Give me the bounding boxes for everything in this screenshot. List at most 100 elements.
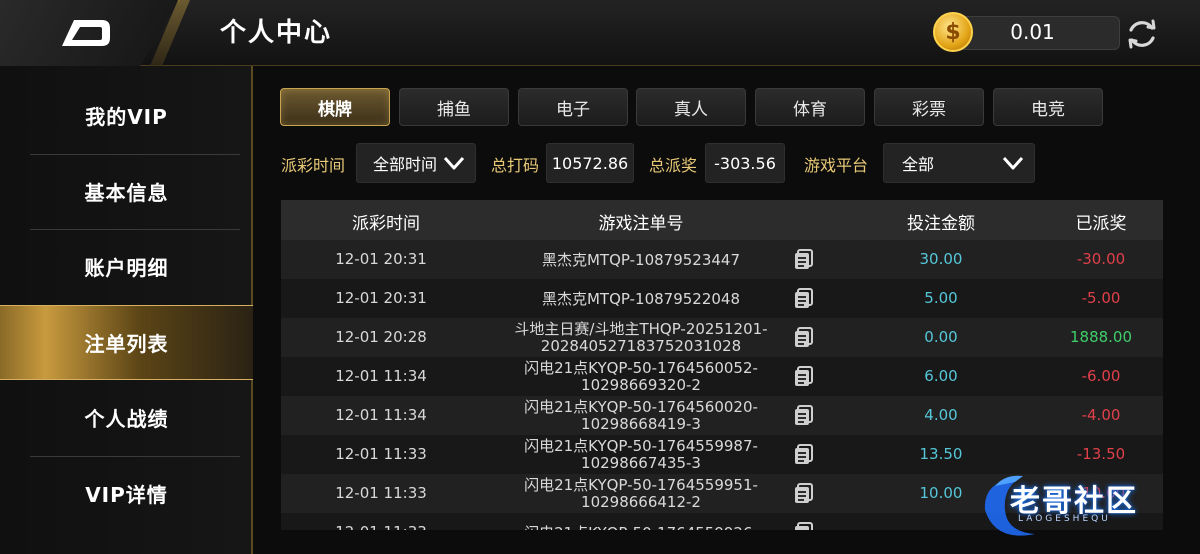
copy-icon[interactable] bbox=[793, 521, 815, 530]
copy-icon[interactable] bbox=[793, 482, 815, 504]
copy-icon[interactable] bbox=[793, 404, 815, 426]
total-payout-value: -303.56 bbox=[705, 143, 785, 183]
platform-filter-value: 全部 bbox=[902, 155, 935, 174]
sidebar-item-basic-info[interactable]: 基本信息 bbox=[0, 154, 253, 229]
copy-icon[interactable] bbox=[793, 248, 815, 270]
tab-label: 彩票 bbox=[912, 99, 946, 120]
bet-id-line-1: 闪电21点KYQP-50-1764559987- bbox=[524, 437, 758, 455]
sidebar-item-label: 注单列表 bbox=[84, 332, 169, 356]
tab-lottery[interactable]: 彩票 bbox=[874, 88, 984, 126]
cell-time: 12-01 20:31 bbox=[335, 289, 427, 307]
sidebar-item-my-vip[interactable]: 我的VIP bbox=[0, 78, 253, 153]
total-payout-label: 总派奖 bbox=[649, 156, 698, 175]
cell-paid: 1888.00 bbox=[1069, 328, 1133, 346]
cell-paid: -13.50 bbox=[1076, 445, 1126, 463]
bet-id-line-1: 黑杰克MTQP-10879522048 bbox=[541, 289, 741, 308]
cell-bet-amount: 0.00 bbox=[924, 328, 958, 346]
coin-icon: $ bbox=[933, 12, 973, 52]
bet-id-line-1: 闪电21点KYQP-50-1764559926- bbox=[524, 524, 758, 530]
sidebar-item-vip-details[interactable]: VIP详情 bbox=[0, 456, 253, 531]
cell-bet-amount: 30.00 bbox=[919, 250, 963, 268]
cell-time: 12-01 11:33 bbox=[335, 445, 427, 463]
watermark-subtext: LAOGESHEQU bbox=[1018, 514, 1111, 524]
sidebar-item-bet-list[interactable]: 注单列表 bbox=[0, 305, 253, 380]
cell-bet-amount: 4.00 bbox=[924, 406, 958, 424]
copy-icon[interactable] bbox=[793, 326, 815, 348]
tab-label: 捕鱼 bbox=[437, 99, 471, 120]
coin-symbol: $ bbox=[945, 19, 961, 45]
time-filter-select[interactable]: 全部时间 bbox=[356, 143, 476, 183]
column-header-bet-id: 游戏注单号 bbox=[598, 214, 684, 234]
tab-label: 体育 bbox=[793, 99, 827, 120]
cell-bet-id: 闪电21点KYQP-50-1764560020- 10298668419-3 bbox=[491, 398, 791, 434]
tab-label: 真人 bbox=[674, 99, 708, 120]
tab-live[interactable]: 真人 bbox=[636, 88, 746, 126]
total-bet-label: 总打码 bbox=[491, 156, 540, 175]
cell-bet-id: 黑杰克MTQP-10879523447 bbox=[491, 242, 791, 278]
sidebar-item-label: 账户明细 bbox=[84, 256, 169, 280]
cell-paid: -30.00 bbox=[1076, 250, 1126, 268]
cell-paid: -6.00 bbox=[1081, 367, 1121, 385]
refresh-icon[interactable] bbox=[1124, 16, 1160, 52]
cell-time: 12-01 20:28 bbox=[335, 328, 427, 346]
cell-bet-id: 黑杰克MTQP-10879522048 bbox=[491, 281, 791, 317]
bet-id-line-2: 10298669320-2 bbox=[581, 376, 701, 394]
cell-paid: -4.00 bbox=[1081, 406, 1121, 424]
tab-label: 电子 bbox=[556, 99, 590, 120]
cell-bet-id: 斗地主日赛/斗地主THQP-20251201- 20284052718375203… bbox=[491, 320, 791, 356]
cell-bet-id: 闪电21点KYQP-50-1764559987- 10298667435-3 bbox=[491, 437, 791, 473]
sidebar-item-label: 我的VIP bbox=[85, 105, 168, 129]
table-row: 12-01 20:31 黑杰克MTQP-10879523447 30.00 -30.0… bbox=[281, 240, 1163, 279]
cell-time: 12-01 11:33 bbox=[301, 523, 461, 530]
back-arrow-icon bbox=[62, 20, 110, 46]
bet-id-line-1: 闪电21点KYQP-50-1764559951- bbox=[524, 476, 758, 494]
tab-chess-cards[interactable]: 棋牌 bbox=[280, 88, 390, 126]
chevron-down-icon bbox=[1002, 156, 1024, 170]
sidebar-item-label: 基本信息 bbox=[84, 181, 169, 205]
cell-bet-id: 闪电21点KYQP-50-1764560052- 10298669320-2 bbox=[491, 359, 791, 395]
tab-fishing[interactable]: 捕鱼 bbox=[399, 88, 509, 126]
bet-id-line-1: 闪电21点KYQP-50-1764560052- bbox=[524, 359, 758, 377]
table-row: 12-01 11:34 闪电21点KYQP-50-1764560052- 10298… bbox=[281, 357, 1163, 396]
bet-id-line-2: 10298668419-3 bbox=[581, 415, 701, 433]
table-row: 12-01 20:28 斗地主日赛/斗地主THQP-20251201- 202840… bbox=[281, 318, 1163, 357]
copy-icon[interactable] bbox=[793, 443, 815, 465]
sidebar-item-label: 个人战绩 bbox=[84, 407, 169, 431]
tab-esports[interactable]: 电竞 bbox=[993, 88, 1103, 126]
cell-time: 12-01 11:33 bbox=[335, 484, 427, 502]
tab-sports[interactable]: 体育 bbox=[755, 88, 865, 126]
copy-icon[interactable] bbox=[793, 287, 815, 309]
cell-time: 12-01 11:34 bbox=[335, 367, 427, 385]
bet-id-line-2: 10298667435-3 bbox=[581, 454, 701, 472]
table-header: 派彩时间 游戏注单号 投注金额 已派奖 bbox=[281, 200, 1163, 240]
sidebar-item-label: VIP详情 bbox=[85, 483, 168, 507]
column-header-bet-amount: 投注金额 bbox=[907, 214, 975, 234]
total-bet-value: 10572.86 bbox=[546, 143, 634, 183]
cell-bet-amount: 5.00 bbox=[924, 289, 958, 307]
table-row: 12-01 20:31 黑杰克MTQP-10879522048 5.00 -5.00 bbox=[281, 279, 1163, 318]
platform-filter-label: 游戏平台 bbox=[804, 156, 869, 175]
table-row: 12-01 11:33 闪电21点KYQP-50-1764559987- 10298… bbox=[281, 435, 1163, 474]
time-filter-label: 派彩时间 bbox=[281, 156, 346, 175]
time-filter-value: 全部时间 bbox=[373, 155, 438, 174]
column-header-paid: 已派奖 bbox=[1075, 214, 1127, 234]
bet-id-line-1: 黑杰克MTQP-10879523447 bbox=[541, 250, 741, 269]
copy-icon[interactable] bbox=[793, 365, 815, 387]
cell-time: 12-01 11:34 bbox=[335, 406, 427, 424]
balance-value: 0.01 bbox=[1010, 20, 1055, 44]
bet-id-line-2: 10298666412-2 bbox=[581, 493, 701, 511]
chevron-down-icon bbox=[443, 156, 465, 170]
column-header-time: 派彩时间 bbox=[352, 214, 420, 234]
cell-bet-id: 闪电21点KYQP-50-1764559951- 10298666412-2 bbox=[491, 476, 791, 512]
cell-bet-id: 闪电21点KYQP-50-1764559926- bbox=[491, 515, 791, 530]
sidebar-item-personal-record[interactable]: 个人战绩 bbox=[0, 380, 253, 455]
tab-label: 棋牌 bbox=[318, 99, 352, 120]
platform-filter-select[interactable]: 全部 bbox=[883, 143, 1035, 183]
cell-bet-amount: 6.00 bbox=[924, 367, 958, 385]
bet-id-line-2: 20284052718375203102​8 bbox=[540, 337, 742, 355]
cell-paid: -5.00 bbox=[1081, 289, 1121, 307]
sidebar-item-account-details[interactable]: 账户明细 bbox=[0, 229, 253, 304]
tab-electronic[interactable]: 电子 bbox=[518, 88, 628, 126]
bet-id-line-1: 闪电21点KYQP-50-1764560020- bbox=[524, 398, 758, 416]
page-title: 个人中心 bbox=[220, 18, 333, 48]
